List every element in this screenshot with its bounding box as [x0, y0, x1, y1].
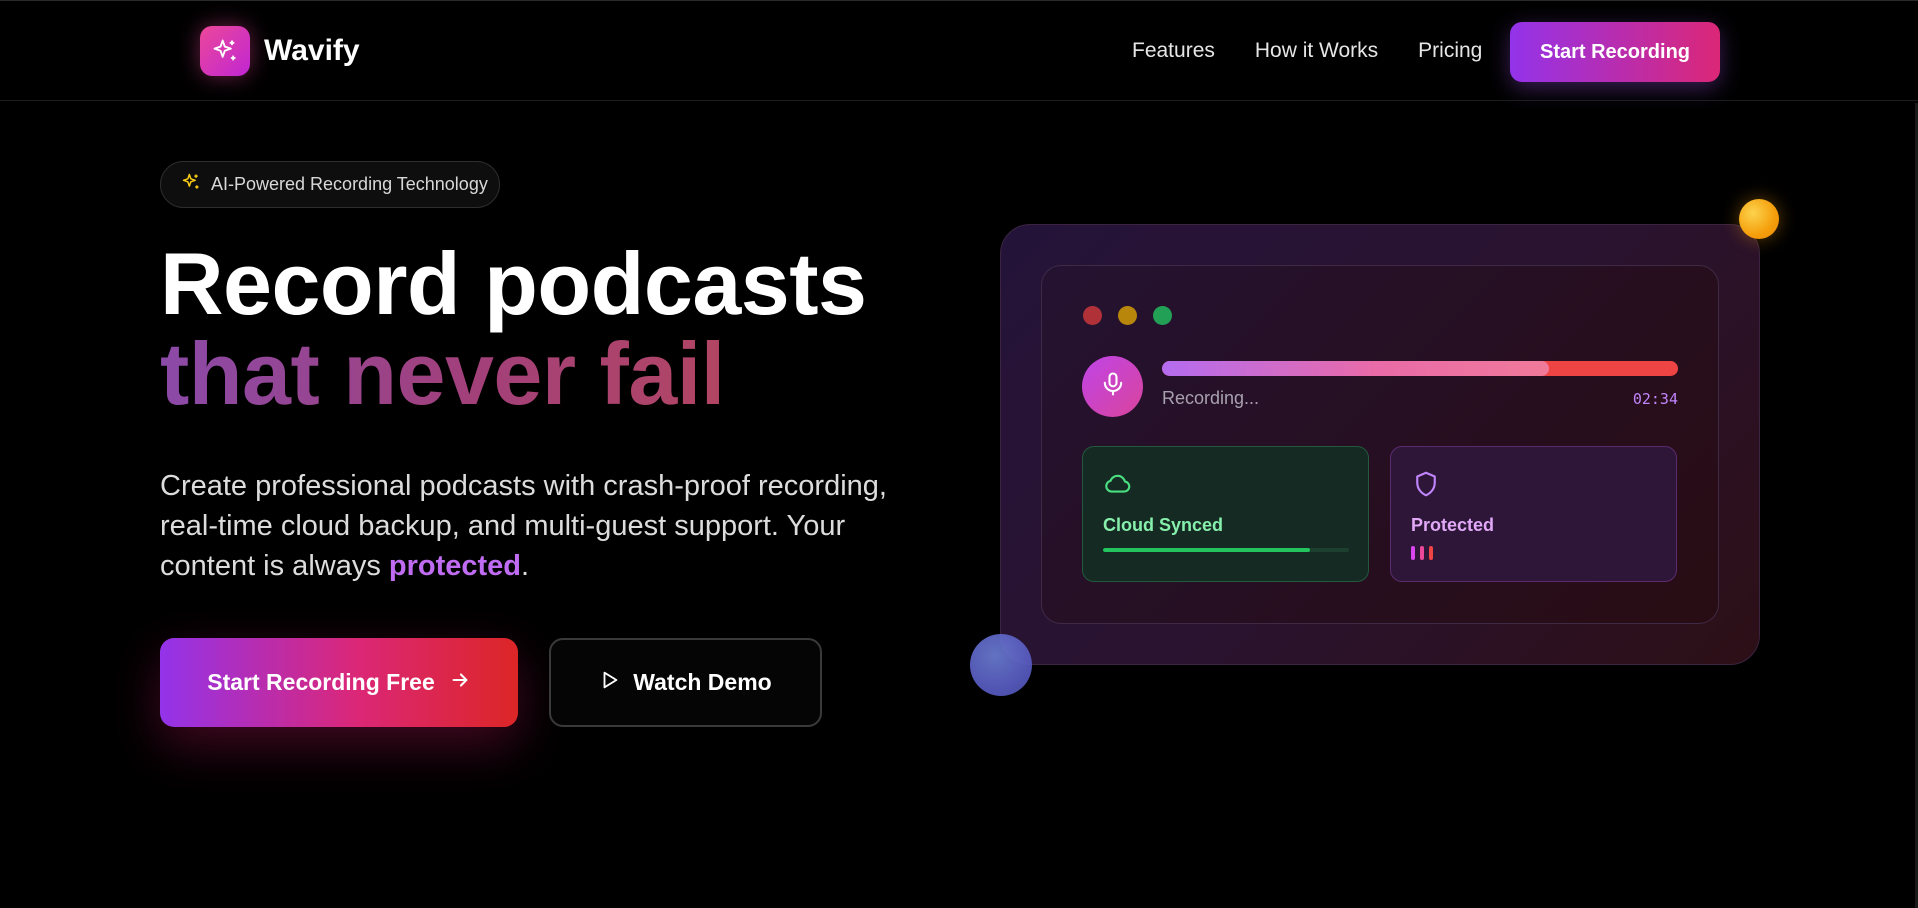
arrow-right-icon [449, 669, 471, 697]
start-recording-free-button[interactable]: Start Recording Free [160, 638, 518, 727]
protected-label: Protected [1411, 515, 1495, 535]
window-close-dot [1083, 306, 1102, 325]
headline-line-1: Record podcasts [160, 234, 867, 333]
hero-subtext: Create professional podcasts with crash-… [160, 466, 930, 586]
microphone-button[interactable] [1082, 356, 1143, 417]
play-icon [599, 669, 621, 697]
cloud-icon [1103, 469, 1133, 504]
nav-link-features[interactable]: Features [1132, 39, 1215, 63]
brand[interactable]: Wavify [200, 26, 360, 76]
recording-progress-fill [1162, 361, 1549, 376]
cloud-synced-tile: Cloud Synced [1082, 446, 1369, 582]
microphone-icon [1099, 370, 1127, 403]
nav-link-pricing[interactable]: Pricing [1418, 39, 1482, 63]
activity-bar [1429, 546, 1433, 560]
brand-name: Wavify [264, 34, 360, 67]
start-recording-free-label: Start Recording Free [207, 669, 435, 695]
watch-demo-label: Watch Demo [633, 669, 772, 695]
headline-line-2: that never fail [160, 324, 725, 423]
sparkles-icon [181, 172, 201, 197]
subtext-highlight: protected [388, 550, 522, 582]
sparkles-icon [200, 26, 250, 76]
decorative-orb-blue [970, 634, 1032, 696]
nav-links: Features How it Works Pricing [1132, 39, 1482, 63]
shield-icon [1411, 469, 1441, 504]
recording-progress-bar [1162, 361, 1678, 376]
window-maximize-dot [1153, 306, 1172, 325]
nav-link-how-it-works[interactable]: How it Works [1255, 39, 1378, 63]
ai-badge: AI-Powered Recording Technology [160, 161, 500, 208]
badge-text: AI-Powered Recording Technology [211, 174, 488, 194]
window-minimize-dot [1118, 306, 1137, 325]
sync-progress-bar [1103, 548, 1349, 552]
top-navbar: Wavify Features How it Works Pricing Sta… [0, 0, 1918, 101]
activity-bar [1420, 546, 1424, 560]
watch-demo-button[interactable]: Watch Demo [549, 638, 822, 727]
cloud-synced-label: Cloud Synced [1103, 515, 1224, 535]
recording-status: Recording... [1162, 388, 1260, 408]
decorative-orb-yellow [1739, 199, 1779, 239]
activity-bar [1411, 546, 1415, 560]
start-recording-button[interactable]: Start Recording [1510, 22, 1720, 82]
subtext-end: . [521, 550, 530, 582]
protected-tile: Protected [1390, 446, 1677, 582]
recording-timer: 02:34 [1632, 390, 1678, 408]
sync-progress-fill [1103, 548, 1310, 552]
activity-bars [1411, 546, 1433, 560]
